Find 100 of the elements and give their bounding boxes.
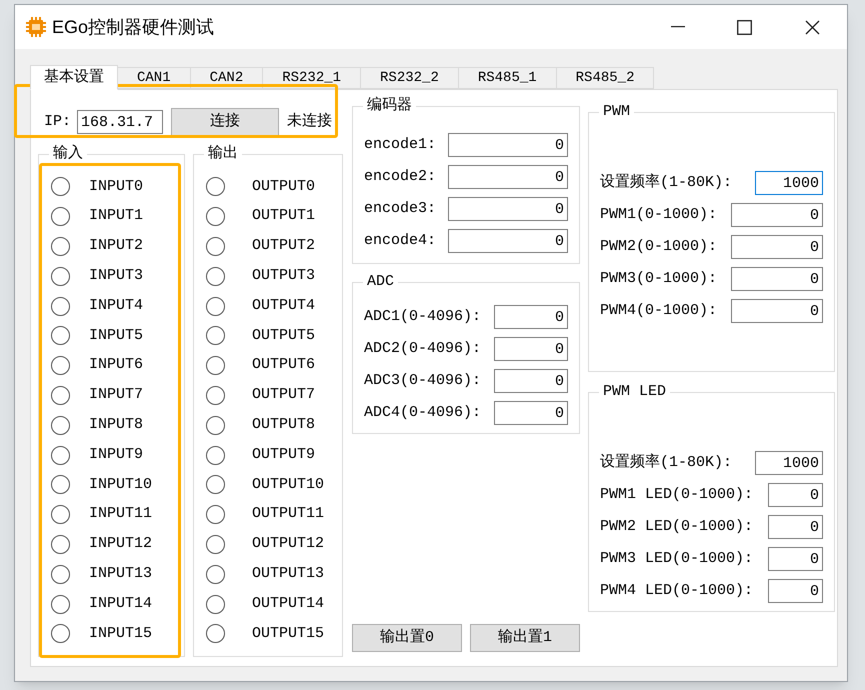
input-field[interactable]: 0 (494, 305, 568, 329)
radio-button[interactable] (206, 177, 225, 196)
input-field[interactable]: 0 (448, 165, 568, 189)
radio-button[interactable] (206, 207, 225, 226)
tab[interactable]: 基本设置 (30, 65, 118, 90)
radio-label: OUTPUT13 (252, 564, 324, 584)
connection-status: 未连接 (287, 112, 332, 132)
radio-label: INPUT1 (89, 206, 144, 226)
radio-label: OUTPUT7 (252, 385, 316, 406)
input-field[interactable]: 0 (494, 401, 568, 425)
radio-button[interactable] (51, 416, 70, 435)
input-field[interactable]: 0 (731, 299, 823, 323)
minimize-icon (671, 26, 685, 28)
field-label: ADC4(0-4096): (364, 402, 482, 423)
input-field[interactable]: 0 (731, 203, 823, 227)
input-field[interactable]: 0 (494, 369, 568, 393)
radio-label: INPUT0 (89, 176, 144, 197)
radio-label: INPUT4 (89, 296, 144, 316)
field-label: PWM4 LED(0-1000): (600, 580, 754, 601)
field-label: PWM4(0-1000): (600, 300, 718, 321)
radio-label: OUTPUT10 (252, 474, 324, 495)
input-field[interactable]: 0 (448, 229, 568, 253)
field-label: encode4: (364, 230, 438, 251)
radio-button[interactable] (206, 326, 225, 346)
input-field[interactable]: 0 (768, 515, 823, 539)
field-label: 设置频率(1-80K): (600, 452, 734, 473)
radio-label: OUTPUT14 (252, 594, 324, 614)
radio-button[interactable] (206, 296, 225, 316)
input-field[interactable]: 1000 (755, 171, 823, 195)
radio-label: OUTPUT9 (252, 444, 316, 465)
radio-button[interactable] (51, 475, 70, 494)
maximize-icon (736, 20, 752, 34)
radio-button[interactable] (51, 296, 70, 316)
tab[interactable]: RS485_2 (556, 67, 654, 89)
input-field[interactable]: 0 (768, 547, 823, 571)
radio-button[interactable] (51, 356, 70, 376)
tab[interactable]: RS485_1 (458, 67, 557, 89)
output-button[interactable]: 输出置0 (352, 624, 462, 652)
radio-button[interactable] (51, 386, 70, 405)
radio-button[interactable] (206, 236, 225, 256)
radio-label: OUTPUT6 (252, 355, 316, 376)
radio-button[interactable] (51, 207, 70, 226)
radio-button[interactable] (51, 564, 70, 584)
radio-button[interactable] (206, 594, 225, 614)
radio-button[interactable] (206, 534, 225, 554)
radio-label: INPUT14 (89, 594, 152, 614)
radio-label: OUTPUT15 (252, 624, 324, 644)
radio-button[interactable] (51, 446, 70, 465)
radio-button[interactable] (206, 356, 225, 376)
radio-button[interactable] (51, 177, 70, 196)
radio-label: OUTPUT2 (252, 236, 316, 256)
radio-button[interactable] (51, 505, 70, 524)
radio-label: INPUT8 (89, 415, 144, 436)
connect-button[interactable]: 连接 (171, 108, 280, 136)
ip-input-field[interactable]: 168.31.7 (77, 110, 164, 134)
radio-label: INPUT10 (89, 474, 152, 495)
radio-button[interactable] (206, 446, 225, 465)
radio-label: OUTPUT1 (252, 206, 316, 226)
input-field[interactable]: 0 (768, 483, 823, 507)
radio-label: OUTPUT5 (252, 326, 316, 346)
input-field[interactable]: 0 (494, 337, 568, 361)
radio-label: INPUT11 (89, 504, 152, 524)
field-label: PWM2(0-1000): (600, 236, 718, 257)
radio-button[interactable] (51, 266, 70, 286)
input-field[interactable]: 0 (768, 579, 823, 603)
radio-button[interactable] (51, 236, 70, 256)
ip-label: IP: (44, 112, 72, 132)
field-label: ADC3(0-4096): (364, 370, 482, 391)
field-label: PWM3(0-1000): (600, 268, 718, 289)
tab[interactable]: RS232_2 (361, 67, 459, 89)
field-label: PWM1 LED(0-1000): (600, 484, 754, 505)
radio-label: OUTPUT11 (252, 504, 324, 524)
radio-button[interactable] (206, 416, 225, 435)
radio-label: OUTPUT8 (252, 415, 316, 436)
radio-label: INPUT15 (89, 624, 152, 644)
field-label: encode3: (364, 198, 438, 219)
radio-button[interactable] (206, 266, 225, 286)
radio-button[interactable] (206, 505, 225, 524)
radio-label: INPUT9 (89, 444, 144, 465)
radio-button[interactable] (51, 534, 70, 554)
radio-label: OUTPUT12 (252, 534, 324, 554)
radio-button[interactable] (51, 326, 70, 346)
radio-label: INPUT7 (89, 385, 144, 406)
radio-button[interactable] (51, 624, 70, 644)
input-field[interactable]: 0 (731, 235, 823, 259)
input-field[interactable]: 0 (448, 133, 568, 157)
input-field[interactable]: 0 (448, 197, 568, 221)
field-label: ADC1(0-4096): (364, 306, 482, 327)
radio-label: OUTPUT3 (252, 266, 316, 286)
radio-button[interactable] (206, 475, 225, 494)
input-field[interactable]: 1000 (755, 451, 823, 475)
output-button[interactable]: 输出置1 (470, 624, 580, 652)
field-label: ADC2(0-4096): (364, 338, 482, 359)
radio-button[interactable] (206, 624, 225, 644)
field-label: 设置频率(1-80K): (600, 172, 734, 193)
radio-button[interactable] (206, 564, 225, 584)
input-field[interactable]: 0 (731, 267, 823, 291)
radio-button[interactable] (51, 594, 70, 614)
radio-button[interactable] (206, 386, 225, 405)
close-icon (804, 20, 820, 34)
